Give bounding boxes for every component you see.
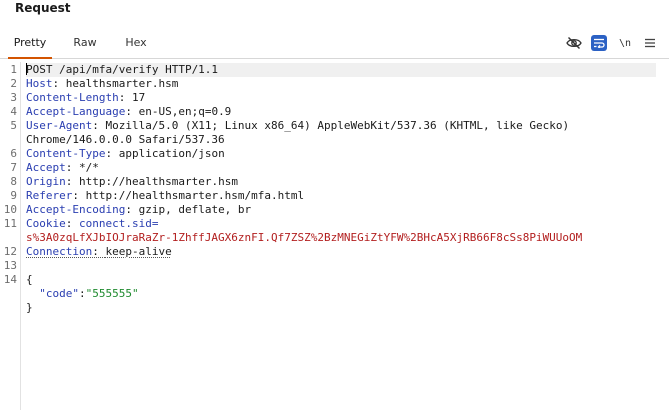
header-value: application/json [118,147,225,160]
line-number: 12 [3,245,17,258]
header-value: http://healthsmarter.hsm/mfa.html [85,189,305,202]
header-name: Accept-Encoding [26,203,126,216]
header-value: */* [79,161,99,174]
header-value: keep-alive [105,245,172,258]
header-value: http://healthsmarter.hsm [79,175,238,188]
json-key: "code" [39,287,79,300]
header-value: 17 [131,91,146,104]
panel-title: Request [15,1,71,15]
header-value: Mozilla/5.0 (X11; Linux x86_64) AppleWeb… [105,119,570,132]
header-name: Content-Type [26,147,106,160]
header-line: Origin: http://healthsmarter.hsm [26,175,238,188]
header-line: Accept-Language: en-US,en;q=0.9 [26,105,232,118]
header-name: Referer [26,189,73,202]
line-number: 1 [10,63,17,76]
header-name: Host [26,77,53,90]
request-line: POST /api/mfa/verify HTTP/1.1 [26,63,656,77]
tab-pretty[interactable]: Pretty [8,30,52,59]
word-wrap-icon[interactable] [591,35,607,51]
request-editor[interactable]: 1 2 3 4 5 6 7 8 9 10 11 12 13 14 POST /a… [0,62,669,410]
header-line: User-Agent: Mozilla/5.0 (X11; Linux x86_… [26,119,570,132]
eye-slash-icon[interactable] [565,34,583,52]
json-value: "555555" [85,287,139,300]
line-number: 9 [10,189,17,202]
line-number: 11 [3,217,17,230]
header-line: Referer: http://healthsmarter.hsm/mfa.ht… [26,189,305,202]
header-name: Content-Length [26,91,119,104]
header-value: en-US,en;q=0.9 [138,105,232,118]
header-value: healthsmarter.hsm [65,77,179,90]
header-name: Accept [26,161,66,174]
request-line-text: POST /api/mfa/verify HTTP/1.1 [26,63,219,76]
json-close-brace: } [26,301,33,314]
line-number: 13 [3,259,17,272]
cookie-name: connect.sid [79,217,152,230]
cookie-value: s%3A0zqLfXJbIOJraRaZr-1ZhffJAGX6znFI.Qf7… [26,231,583,244]
line-number: 2 [10,77,17,90]
header-name: Connection [26,245,93,258]
menu-icon[interactable] [641,34,659,52]
header-name: Origin [26,175,66,188]
json-body-line: "code":"555555" [39,287,139,300]
line-number: 10 [3,203,17,216]
tab-hex[interactable]: Hex [118,30,154,59]
line-number: 3 [10,91,17,104]
line-number: 7 [10,161,17,174]
newline-toggle-icon[interactable]: \n [616,34,634,52]
header-name: Cookie [26,217,66,230]
line-number: 14 [3,273,17,286]
header-name: User-Agent [26,119,93,132]
header-value: gzip, deflate, br [138,203,252,216]
header-value: Chrome/146.0.0.0 Safari/537.36 [26,133,225,146]
header-line: Connection: keep-alive [26,245,172,258]
json-open-brace: { [26,273,33,286]
header-name: Accept-Language [26,105,126,118]
line-number: 6 [10,147,17,160]
header-line: Accept: */* [26,161,99,174]
line-number: 8 [10,175,17,188]
header-line: Accept-Encoding: gzip, deflate, br [26,203,252,216]
cookie-header-line: Cookie: connect.sid= [26,217,159,230]
line-number: 4 [10,105,17,118]
line-number: 5 [10,119,17,132]
line-number-gutter: 1 2 3 4 5 6 7 8 9 10 11 12 13 14 [0,62,21,410]
tab-raw[interactable]: Raw [66,30,104,59]
header-line: Content-Length: 17 [26,91,146,104]
header-line: Content-Type: application/json [26,147,225,160]
cookie-value-line: s%3A0zqLfXJbIOJraRaZr-1ZhffJAGX6znFI.Qf7… [26,231,582,245]
header-line-continuation: Chrome/146.0.0.0 Safari/537.36 [26,133,225,147]
header-line: Host: healthsmarter.hsm [26,77,179,90]
